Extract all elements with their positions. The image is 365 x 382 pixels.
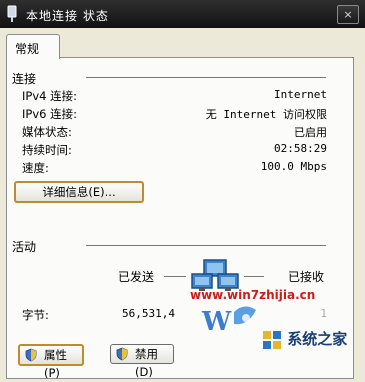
uac-shield-icon [115, 347, 129, 366]
site-logo-icon [263, 330, 281, 349]
site-logo-text: 系统之家 [287, 330, 348, 348]
properties-label: 属性(P) [44, 348, 67, 380]
speed-label: 速度: [22, 161, 49, 175]
ipv4-label: IPv4 连接: [22, 89, 77, 103]
duration-value: 02:58:29 [274, 142, 327, 155]
uac-shield-icon [24, 348, 38, 367]
network-connection-icon [5, 5, 19, 26]
bytes-received-value: 1 [320, 307, 327, 320]
bytes-row: 字节: 56,531,4 1 [22, 307, 327, 323]
activity-divider [86, 245, 326, 246]
received-label: 已接收 [288, 270, 325, 284]
received-line [244, 276, 264, 277]
ipv4-row: IPv4 连接: Internet [22, 88, 327, 104]
speed-row: 速度: 100.0 Mbps [22, 160, 327, 176]
bytes-label: 字节: [22, 308, 49, 322]
sent-line [164, 276, 186, 277]
duration-label: 持续时间: [22, 143, 72, 157]
window-title: 本地连接 状态 [26, 9, 109, 23]
properties-button[interactable]: 属性(P) [18, 344, 84, 380]
ipv6-label: IPv6 连接: [22, 107, 77, 121]
media-state-value: 已启用 [294, 126, 327, 139]
tab-general-label: 常规 [15, 42, 40, 56]
speed-value: 100.0 Mbps [260, 160, 327, 173]
svg-text:W: W [201, 307, 232, 337]
ipv6-row: IPv6 连接: 无 Internet 访问权限 [22, 106, 327, 122]
disable-label: 禁用(D) [135, 347, 158, 379]
sent-label: 已发送 [118, 270, 155, 284]
site-logo: 系统之家 [262, 328, 347, 350]
bytes-sent-value: 56,531,4 [122, 307, 175, 320]
title-bar: 本地连接 状态 × [0, 0, 365, 28]
tab-general[interactable]: 常规 [6, 34, 60, 59]
media-state-label: 媒体状态: [22, 125, 72, 139]
connection-section-title: 连接 [12, 72, 37, 86]
activity-section-title: 活动 [12, 240, 37, 254]
ipv4-value: Internet [274, 88, 327, 101]
ipv6-value: 无 Internet 访问权限 [205, 108, 327, 121]
connection-divider [86, 77, 326, 78]
duration-row: 持续时间: 02:58:29 [22, 142, 327, 158]
media-state-row: 媒体状态: 已启用 [22, 124, 327, 140]
windows-logo-icon: W [200, 300, 260, 343]
close-button[interactable]: × [337, 5, 359, 24]
details-button[interactable]: 详细信息(E)... [14, 181, 144, 203]
disable-button[interactable]: 禁用(D) [110, 344, 174, 379]
